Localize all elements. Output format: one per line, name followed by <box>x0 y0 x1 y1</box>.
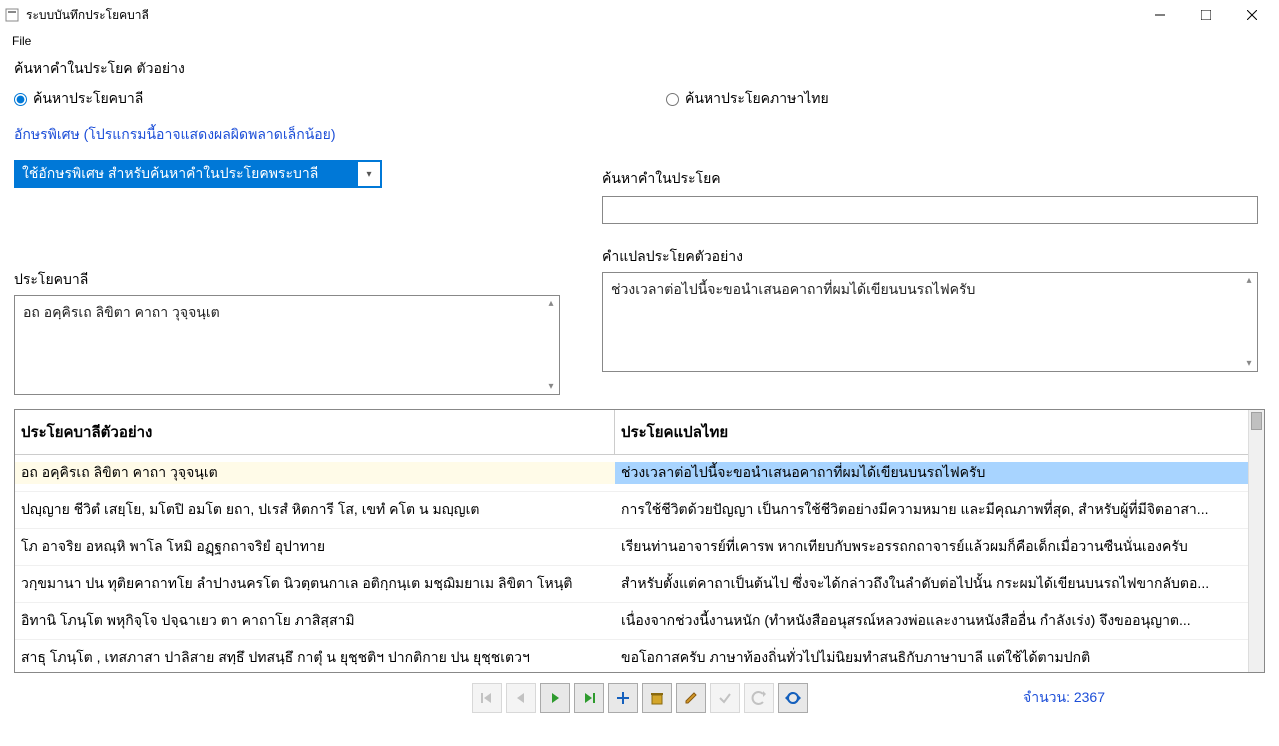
grid-cell-pali: อิทานิ โภนฺโต พหุกิจฺโจ ปจฺฉาเยว ตา คาถา… <box>15 610 615 632</box>
ok-button[interactable] <box>710 683 740 713</box>
grid-header-pali[interactable]: ประโยคบาลีตัวอย่าง <box>15 410 615 454</box>
thai-translation-label: คำแปลประโยคตัวอย่าง <box>602 246 1265 268</box>
scrollbar[interactable]: ▴ ▾ <box>543 296 559 394</box>
grid-scroll-thumb[interactable] <box>1251 412 1262 430</box>
minimize-button[interactable] <box>1137 0 1183 30</box>
delete-button[interactable] <box>642 683 672 713</box>
special-chars-label: อักษรพิเศษ (โปรแกรมนี้อาจแสดงผลผิดพลาดเล… <box>14 124 1265 146</box>
grid-cell-pali: สาธุ โภนฺโต , เทสภาสา ปาลิสาย สทฺธึ ปทสน… <box>15 647 615 669</box>
prev-button[interactable] <box>506 683 536 713</box>
radio-thai-label: ค้นหาประโยคภาษาไทย <box>685 88 829 110</box>
table-row[interactable]: วกฺขมานา ปน ทุติยคาถาทโย ลำปางนครโต นิวต… <box>15 566 1248 603</box>
grid-scrollbar[interactable] <box>1248 410 1264 672</box>
thai-textarea-content: ช่วงเวลาต่อไปนี้จะขอนำเสนอคาถาที่ผมได้เข… <box>603 273 1257 371</box>
pali-textarea-content: อถ อคฺคิรเถ ลิขิตา คาถา วุจฺจนฺเต <box>15 296 559 394</box>
table-row[interactable]: อิทานิ โภนฺโต พหุกิจฺโจ ปจฺฉาเยว ตา คาถา… <box>15 603 1248 640</box>
search-examples-label: ค้นหาคำในประโยค ตัวอย่าง <box>14 58 1265 80</box>
first-button[interactable] <box>472 683 502 713</box>
radio-pali-input[interactable] <box>14 93 27 106</box>
table-row[interactable]: ปญฺญาย ชีวิตํ เสยฺโย, มโตปิ อมโต ยถา, ปเ… <box>15 492 1248 529</box>
radio-thai-input[interactable] <box>666 93 679 106</box>
grid-cell-thai: การใช้ชีวิตด้วยปัญญา เป็นการใช้ชีวิตอย่า… <box>615 499 1248 521</box>
titlebar: ระบบบันทึกประโยคบาลี <box>0 0 1279 30</box>
last-button[interactable] <box>574 683 604 713</box>
grid-cell-thai: ขอโอกาสครับ ภาษาท้องถิ่นทั่วไปไม่นิยมทำส… <box>615 647 1248 669</box>
close-button[interactable] <box>1229 0 1275 30</box>
grid-cell-thai: เรียนท่านอาจารย์ที่เคารพ หากเทียบกับพระอ… <box>615 536 1248 558</box>
results-grid: ประโยคบาลีตัวอย่าง ประโยคแปลไทย อถ อคฺคิ… <box>14 409 1265 673</box>
app-icon <box>4 7 20 23</box>
grid-header-thai[interactable]: ประโยคแปลไทย <box>615 410 1248 454</box>
thai-textarea[interactable]: ช่วงเวลาต่อไปนี้จะขอนำเสนอคาถาที่ผมได้เข… <box>602 272 1258 372</box>
table-row[interactable]: สาธุ โภนฺโต , เทสภาสา ปาลิสาย สทฺธึ ปทสน… <box>15 640 1248 672</box>
radio-pali-label: ค้นหาประโยคบาลี <box>33 88 143 110</box>
table-row[interactable]: อถ อคฺคิรเถ ลิขิตา คาถา วุจฺจนฺเตช่วงเวล… <box>15 455 1248 492</box>
menubar: File <box>0 30 1279 52</box>
add-button[interactable] <box>608 683 638 713</box>
menu-file[interactable]: File <box>6 32 37 50</box>
grid-cell-thai: เนื่องจากช่วงนี้งานหนัก (ทำหนังสืออนุสรณ… <box>615 610 1248 632</box>
refresh-button[interactable] <box>778 683 808 713</box>
chevron-down-icon[interactable]: ▾ <box>358 169 380 180</box>
grid-cell-pali: อถ อคฺคิรเถ ลิขิตา คาถา วุจฺจนฺเต <box>15 462 615 484</box>
pali-sentence-label: ประโยคบาลี <box>14 269 574 291</box>
next-button[interactable] <box>540 683 570 713</box>
grid-cell-thai: สำหรับตั้งแต่คาถาเป็นต้นไป ซึ่งจะได้กล่า… <box>615 573 1248 595</box>
search-word-input[interactable] <box>602 196 1258 224</box>
scroll-up-icon[interactable]: ▴ <box>1246 275 1251 286</box>
radio-search-thai[interactable]: ค้นหาประโยคภาษาไทย <box>666 88 829 110</box>
special-chars-combo[interactable]: ใช้อักษรพิเศษ สำหรับค้นหาคำในประโยคพระบา… <box>14 160 382 188</box>
scroll-down-icon[interactable]: ▾ <box>1246 358 1251 369</box>
scrollbar[interactable]: ▴ ▾ <box>1241 273 1257 371</box>
edit-button[interactable] <box>676 683 706 713</box>
grid-cell-thai: ช่วงเวลาต่อไปนี้จะขอนำเสนอคาถาที่ผมได้เข… <box>615 462 1248 484</box>
undo-button[interactable] <box>744 683 774 713</box>
scroll-down-icon[interactable]: ▾ <box>548 381 553 392</box>
grid-cell-pali: วกฺขมานา ปน ทุติยคาถาทโย ลำปางนครโต นิวต… <box>15 573 615 595</box>
pali-textarea[interactable]: อถ อคฺคิรเถ ลิขิตา คาถา วุจฺจนฺเต ▴ ▾ <box>14 295 560 395</box>
record-count-label: จำนวน: 2367 <box>1023 687 1105 709</box>
grid-cell-pali: โภ อาจริย อหณฺหิ พาโล โหมิ อฏฺฐกถาจริยํ … <box>15 536 615 558</box>
nav-toolbar: จำนวน: 2367 <box>14 683 1265 713</box>
grid-cell-pali: ปญฺญาย ชีวิตํ เสยฺโย, มโตปิ อมโต ยถา, ปเ… <box>15 499 615 521</box>
table-row[interactable]: โภ อาจริย อหณฺหิ พาโล โหมิ อฏฺฐกถาจริยํ … <box>15 529 1248 566</box>
maximize-button[interactable] <box>1183 0 1229 30</box>
scroll-up-icon[interactable]: ▴ <box>548 298 553 309</box>
grid-header: ประโยคบาลีตัวอย่าง ประโยคแปลไทย <box>15 410 1248 455</box>
combo-selected-text: ใช้อักษรพิเศษ สำหรับค้นหาคำในประโยคพระบา… <box>16 161 358 187</box>
window-title: ระบบบันทึกประโยคบาลี <box>26 6 149 25</box>
radio-search-pali[interactable]: ค้นหาประโยคบาลี <box>14 88 594 110</box>
search-word-label: ค้นหาคำในประโยค <box>602 168 1265 190</box>
